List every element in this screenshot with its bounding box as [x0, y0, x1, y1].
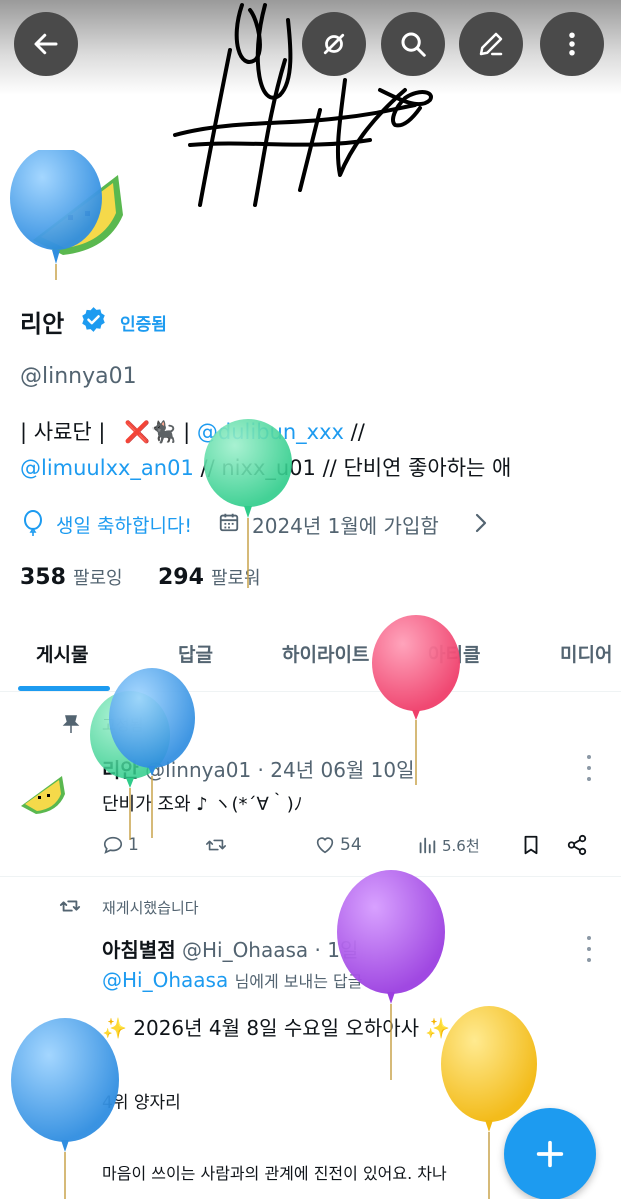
post-dot: ·	[257, 758, 264, 782]
post-date[interactable]: 1일	[327, 938, 358, 962]
chevron-right-icon[interactable]	[472, 512, 490, 534]
plus-icon	[536, 1140, 564, 1168]
verified-label[interactable]: 인증됨	[120, 310, 167, 335]
balloon-icon	[22, 510, 44, 536]
reply-button[interactable]: 1	[102, 834, 139, 856]
tab-replies[interactable]: 답글	[178, 640, 213, 667]
share-button[interactable]	[566, 834, 588, 856]
profile-name: 리안	[20, 310, 65, 338]
repost-icon	[58, 895, 84, 917]
tab-media[interactable]: 미디어	[560, 640, 612, 667]
bio-text: | 사료단 |	[20, 420, 106, 444]
bar-chart-icon	[419, 837, 436, 854]
birthday-text: 생일 축하합니다!	[56, 515, 193, 537]
search-button[interactable]	[381, 12, 445, 76]
calendar-icon	[218, 511, 240, 533]
verified-badge-icon	[80, 306, 107, 333]
bio-separator: |	[183, 420, 191, 444]
repost-icon	[206, 839, 226, 851]
bio-line-2: @limuulxx_an01 // nixx_u01 // 단비연 좋아하는 애	[20, 450, 511, 486]
post-header: 아침별점 @Hi_Ohaasa · 1일	[102, 934, 358, 963]
post-text: 단비가 조와 ♪ ヽ(*´∀｀)ﾉ	[102, 794, 303, 815]
followers-count: 294	[158, 565, 204, 590]
followers-label: 팔로워	[210, 568, 261, 589]
bookmark-icon	[524, 835, 538, 855]
pencil-icon	[479, 32, 503, 56]
compose-button[interactable]	[504, 1108, 596, 1199]
share-icon	[567, 834, 587, 856]
post-text-line: 4위 양자리	[102, 1093, 181, 1113]
following-label: 팔로잉	[72, 568, 123, 589]
divider	[0, 876, 621, 877]
eye-off-icon	[323, 33, 345, 55]
profile-avatar[interactable]	[18, 150, 138, 270]
post-dot: ·	[314, 938, 321, 962]
bio-text: nixx_u01	[221, 456, 316, 480]
post-handle[interactable]: @linnya01	[145, 758, 251, 782]
post-author[interactable]: 아침별점	[102, 938, 176, 962]
following-link[interactable]: 358 팔로잉	[20, 564, 123, 590]
bookmark-button[interactable]	[520, 834, 542, 856]
reply-count: 1	[128, 835, 139, 855]
post-header: 리안 @linnya01 · 24년 06월 10일	[102, 754, 415, 783]
bio-mention-link[interactable]: @limuulxx_an01	[20, 456, 194, 480]
bio-text: 단비연 좋아하는 애	[343, 456, 512, 480]
bio-separator: //	[350, 420, 365, 444]
more-options-button[interactable]	[540, 12, 604, 76]
back-button[interactable]	[14, 12, 78, 76]
profile-handle: @linnya01	[20, 364, 137, 389]
post-date[interactable]: 24년 06월 10일	[270, 758, 414, 782]
view-count: 5.6천	[442, 836, 480, 855]
more-vertical-icon	[569, 32, 575, 56]
following-count: 358	[20, 565, 66, 590]
bio-line-1: | 사료단 | ❌🐈‍⬛ | @dulibun_xxx //	[20, 414, 365, 450]
hide-button[interactable]	[302, 12, 366, 76]
reply-icon	[103, 836, 123, 854]
post-text-line: ✨ 2026년 4월 8일 수요일 오하아사 ✨	[102, 1016, 451, 1040]
arrow-left-icon	[34, 33, 58, 55]
bio-separator: //	[322, 456, 337, 480]
reposted-label: 재게시했습니다	[102, 899, 199, 917]
pinned-label: 고정됨	[102, 716, 144, 734]
post-more-icon[interactable]	[586, 936, 592, 962]
heart-icon	[316, 837, 334, 854]
post-avatar[interactable]	[18, 768, 70, 816]
search-icon	[401, 32, 426, 57]
reply-context: @Hi_Ohaasa 님에게 보내는 답글	[102, 968, 363, 992]
pin-icon	[62, 714, 80, 734]
edit-button[interactable]	[459, 12, 523, 76]
joined-date: 2024년 1월에 가입함	[252, 514, 439, 538]
reply-to-text: 님에게 보내는 답글	[234, 972, 363, 991]
like-count: 54	[340, 835, 362, 855]
tab-articles[interactable]: 아티클	[428, 640, 480, 667]
post-handle[interactable]: @Hi_Ohaasa	[182, 938, 308, 962]
bio-mention-link[interactable]: @dulibun_xxx	[197, 420, 344, 444]
post-more-icon[interactable]	[586, 755, 592, 781]
tab-highlights[interactable]: 하이라이트	[282, 640, 369, 667]
views-button[interactable]: 5.6천	[416, 834, 480, 856]
melon-avatar-image	[33, 175, 123, 255]
like-button[interactable]: 54	[314, 834, 362, 856]
post-author[interactable]: 리안	[102, 758, 139, 782]
tab-posts[interactable]: 게시물	[36, 640, 88, 667]
reply-to-mention[interactable]: @Hi_Ohaasa	[102, 968, 228, 992]
divider	[0, 691, 621, 692]
repost-button[interactable]	[205, 834, 227, 856]
post-text-line: 마음이 쓰이는 사람과의 관계에 진전이 있어요. 차나	[102, 1164, 447, 1183]
bio-separator: //	[200, 456, 215, 480]
bio-emoji: ❌🐈‍⬛	[124, 420, 177, 444]
followers-link[interactable]: 294 팔로워	[158, 564, 261, 590]
